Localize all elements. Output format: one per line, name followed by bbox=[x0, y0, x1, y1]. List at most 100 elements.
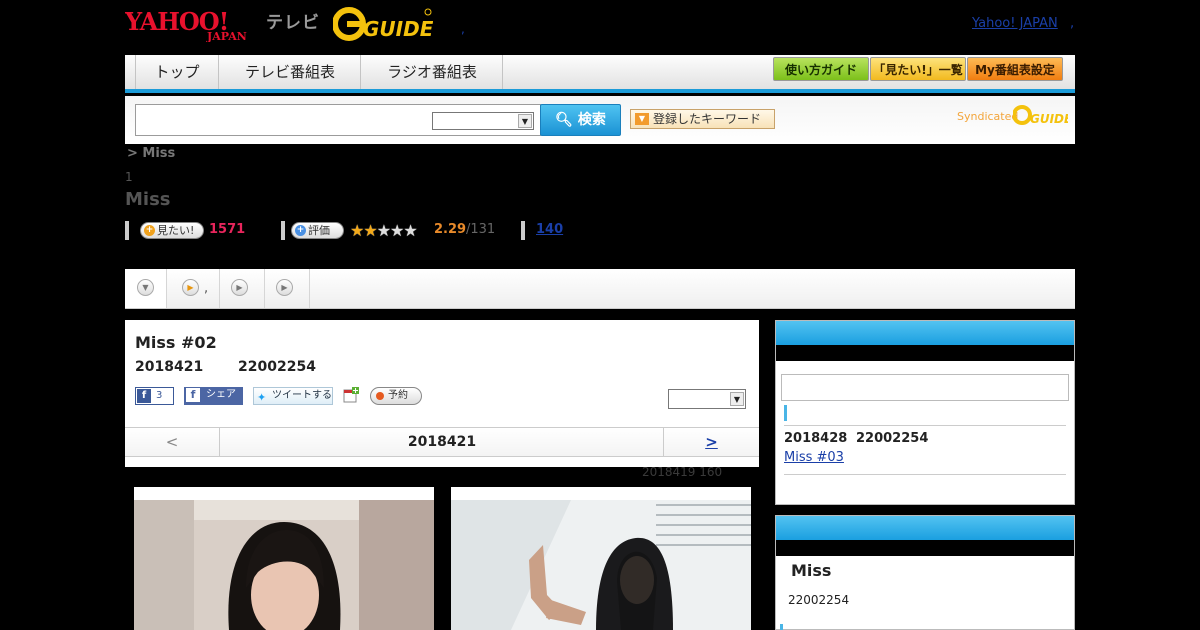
panel-band bbox=[776, 345, 1074, 361]
facebook-share-label: シェア bbox=[206, 389, 236, 400]
triangle-down-icon: ▼ bbox=[635, 113, 649, 125]
program-info-panel: Miss 22002254 bbox=[775, 515, 1075, 630]
plus-icon: + bbox=[144, 225, 155, 236]
play-icon: ▶ bbox=[231, 279, 248, 296]
yahoo-japan-link[interactable]: Yahoo! JAPAN bbox=[972, 16, 1058, 31]
facebook-share-button[interactable]: f シェア bbox=[184, 387, 243, 405]
episode-date-nav: < 2018421 > bbox=[125, 427, 759, 457]
play-icon: ▶ bbox=[182, 279, 199, 296]
breadcrumb[interactable]: > Miss bbox=[127, 146, 175, 161]
photo-1-image bbox=[134, 500, 434, 630]
svg-text:GUIDE: GUIDE bbox=[1030, 112, 1068, 126]
section-marker bbox=[784, 405, 787, 421]
nav-tab-top[interactable]: トップ bbox=[135, 55, 219, 89]
chevron-down-icon: ▼ bbox=[730, 392, 744, 406]
search-button-label: 検索 bbox=[577, 112, 606, 128]
mitai-count: 1571 bbox=[209, 222, 246, 237]
mitai-button[interactable]: + 見たい! bbox=[140, 222, 204, 239]
reserve-button[interactable]: 予約 bbox=[370, 387, 422, 405]
previous-episode-button[interactable]: < bbox=[125, 428, 220, 456]
rating-value: 2.29 bbox=[434, 222, 467, 237]
facebook-like-count: 3 bbox=[156, 390, 163, 401]
episode-time: 22002254 bbox=[238, 359, 316, 375]
tab-4[interactable]: ▶ bbox=[266, 269, 310, 308]
search-category-select[interactable]: ▼ bbox=[432, 112, 534, 130]
mitai-list-button[interactable]: 「見たい!」一覧 bbox=[870, 57, 966, 81]
gguide-logo[interactable]: GUIDE bbox=[333, 6, 433, 42]
panel-box bbox=[781, 374, 1069, 401]
rating-stars: ★★★★★ bbox=[350, 221, 418, 240]
star-icon: ★ bbox=[350, 221, 364, 240]
facebook-like-button[interactable]: f 3 bbox=[135, 387, 174, 405]
search-icon: 🔍︎ bbox=[555, 112, 573, 128]
chevron-down-icon: ▼ bbox=[137, 279, 154, 296]
facebook-icon: f bbox=[137, 389, 151, 403]
panel-header bbox=[776, 321, 1074, 345]
episode-title: Miss #02 bbox=[135, 333, 217, 352]
chevron-down-icon: ▼ bbox=[518, 114, 532, 128]
tab-1[interactable]: ▼ bbox=[125, 269, 167, 308]
svg-text:GUIDE: GUIDE bbox=[363, 17, 433, 41]
star-icon: ★ bbox=[376, 221, 391, 240]
facebook-icon: f bbox=[186, 388, 200, 402]
plus-icon: + bbox=[295, 225, 306, 236]
review-count-link[interactable]: 140 bbox=[536, 222, 563, 237]
next-broadcast-date: 2018428 bbox=[784, 431, 848, 446]
next-broadcast-panel: 2018428 22002254 Miss #03 bbox=[775, 320, 1075, 505]
rating-label: 評価 bbox=[308, 224, 330, 237]
next-episode-link[interactable]: Miss #03 bbox=[784, 450, 844, 465]
panel-band bbox=[776, 540, 1074, 556]
tab-3[interactable]: ▶ bbox=[221, 269, 265, 308]
episode-nav-date: 2018421 bbox=[407, 434, 477, 450]
tab-2-label: , bbox=[204, 281, 209, 296]
twitter-bird-icon: ✦ bbox=[257, 391, 267, 404]
star-icon: ★ bbox=[390, 221, 404, 240]
star-icon: ★ bbox=[403, 221, 417, 240]
episode-select[interactable]: ▼ bbox=[668, 389, 746, 409]
header-separator-2: , bbox=[1070, 16, 1075, 31]
svg-text:JAPAN: JAPAN bbox=[206, 30, 247, 42]
saved-keywords-button[interactable]: ▼ 登録したキーワード bbox=[630, 109, 775, 129]
next-episode-button[interactable]: > bbox=[663, 428, 759, 456]
divider-bar bbox=[521, 221, 525, 240]
my-listings-settings-button[interactable]: My番組表設定 bbox=[967, 57, 1063, 81]
nav-tab-radio-listings[interactable]: ラジオ番組表 bbox=[362, 55, 503, 89]
calendar-add-icon[interactable] bbox=[343, 387, 359, 403]
syndicated-label: Syndicated bbox=[957, 110, 1019, 123]
episode-date: 2018421 bbox=[135, 359, 204, 375]
episode-photo-1[interactable] bbox=[134, 487, 434, 630]
tweet-label: ツイートする bbox=[272, 390, 332, 401]
terebi-logo-text: テレビ bbox=[266, 13, 320, 33]
episode-photo-2[interactable] bbox=[451, 487, 751, 630]
star-icon: ★ bbox=[363, 221, 377, 240]
gguide-small-logo: GUIDE bbox=[1013, 105, 1068, 126]
rate-button[interactable]: + 評価 bbox=[291, 222, 344, 239]
divider bbox=[784, 425, 1066, 426]
divider-bar bbox=[281, 221, 285, 240]
episode-card: Miss #02 2018421 22002254 f 3 f シェア ✦ ツイ… bbox=[125, 320, 759, 467]
program-count: 1 bbox=[125, 170, 133, 184]
page-title: Miss bbox=[125, 189, 171, 210]
yahoo-japan-logo[interactable]: YAHOO! JAPAN bbox=[125, 6, 261, 42]
nav-tab-tv-listings[interactable]: テレビ番組表 bbox=[220, 55, 361, 89]
section-marker bbox=[780, 624, 783, 630]
next-broadcast-time: 22002254 bbox=[856, 431, 929, 446]
divider-bar bbox=[125, 221, 129, 240]
mitai-label: 見たい! bbox=[157, 224, 195, 237]
usage-guide-button[interactable]: 使い方ガイド bbox=[773, 57, 869, 81]
sidebar-program-title: Miss bbox=[791, 561, 832, 580]
photo-2-image bbox=[451, 500, 751, 630]
sidebar-program-time: 22002254 bbox=[788, 593, 850, 607]
photo-caption: 2018419 160 bbox=[642, 465, 723, 479]
tweet-button[interactable]: ✦ ツイートする bbox=[253, 387, 333, 405]
divider bbox=[784, 474, 1066, 475]
search-button[interactable]: 🔍︎ 検索 bbox=[540, 104, 621, 136]
saved-keywords-label: 登録したキーワード bbox=[653, 112, 762, 126]
header-separator: , bbox=[461, 22, 465, 36]
reserve-label: 予約 bbox=[388, 390, 408, 401]
panel-header bbox=[776, 516, 1074, 540]
tab-2[interactable]: ▶ , bbox=[168, 269, 220, 308]
content-tab-strip: ▼ ▶ , ▶ ▶ bbox=[125, 269, 1075, 309]
main-nav: トップ テレビ番組表 ラジオ番組表 使い方ガイド 「見たい!」一覧 My番組表設… bbox=[125, 55, 1075, 93]
search-area: ▼ 🔍︎ 検索 ▼ 登録したキーワード Syndicated GUIDE bbox=[125, 96, 1075, 144]
